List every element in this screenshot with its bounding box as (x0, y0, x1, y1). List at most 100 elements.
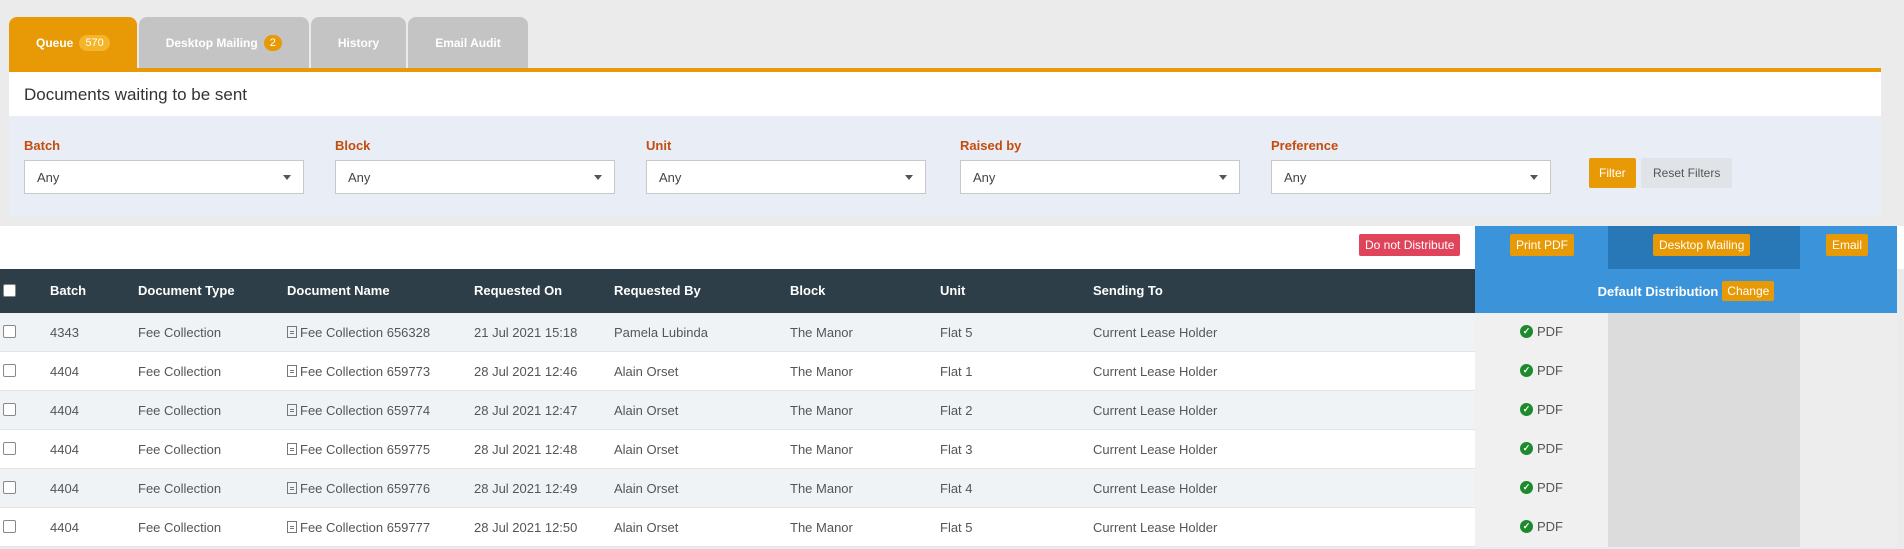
row-checkbox[interactable] (3, 442, 16, 455)
cell-sending-to: Current Lease Holder (1093, 403, 1218, 418)
cell-requested-on: 21 Jul 2021 15:18 (474, 325, 578, 340)
table-row[interactable]: 4343 Fee Collection Fee Collection 656328 2… (0, 313, 1897, 352)
check-circle-icon: ✓ (1520, 520, 1533, 533)
desktop-mailing-button[interactable]: Desktop Mailing (1653, 234, 1751, 256)
email-cell[interactable] (1800, 508, 1897, 547)
table-header: Batch Document Type Document Name Reques… (0, 269, 1897, 313)
document-name-link[interactable]: Fee Collection 659773 (300, 364, 430, 379)
action-bar: Do not Distribute Print PDF Desktop Mail… (0, 226, 1904, 269)
table-row[interactable]: 4404 Fee Collection Fee Collection 659777 2… (0, 508, 1897, 547)
row-checkbox[interactable] (3, 403, 16, 416)
distribution-label: PDF (1537, 519, 1563, 534)
column-header-unit[interactable]: Unit (940, 283, 965, 298)
filter-label: Block (335, 138, 371, 153)
cell-requested-on: 28 Jul 2021 12:47 (474, 403, 578, 418)
row-checkbox[interactable] (3, 481, 16, 494)
column-header-requested-by[interactable]: Requested By (614, 283, 701, 298)
distribution-label: PDF (1537, 402, 1563, 417)
cell-doc-name[interactable]: Fee Collection 659774 (287, 403, 430, 418)
column-header-sending-to[interactable]: Sending To (1093, 283, 1163, 298)
pdf-file-icon (287, 365, 297, 377)
cell-doc-name[interactable]: Fee Collection 659777 (287, 520, 430, 535)
desktop-mailing-cell[interactable] (1608, 352, 1800, 391)
cell-doc-name[interactable]: Fee Collection 659776 (287, 481, 430, 496)
filter-raised-by: Raised by Any (960, 138, 1240, 194)
desktop-mailing-cell[interactable] (1608, 469, 1800, 508)
cell-doc-type: Fee Collection (138, 481, 222, 496)
cell-sending-to: Current Lease Holder (1093, 325, 1218, 340)
desktop-mailing-cell[interactable] (1608, 508, 1800, 547)
cell-block: The Manor (790, 364, 853, 379)
email-button[interactable]: Email (1826, 234, 1869, 256)
desktop-mailing-cell[interactable] (1608, 430, 1800, 469)
column-header-batch[interactable]: Batch (50, 283, 86, 298)
table-row[interactable]: 4404 Fee Collection Fee Collection 659775 2… (0, 430, 1897, 469)
table-row[interactable]: 4404 Fee Collection Fee Collection 659773 2… (0, 352, 1897, 391)
batch-select[interactable]: Any (24, 160, 304, 194)
preference-select[interactable]: Any (1271, 160, 1551, 194)
cell-unit: Flat 5 (940, 325, 973, 340)
check-circle-icon: ✓ (1520, 442, 1533, 455)
row-checkbox[interactable] (3, 364, 16, 377)
column-header-document-type[interactable]: Document Type (138, 283, 235, 298)
email-cell[interactable] (1800, 430, 1897, 469)
cell-sending-to: Current Lease Holder (1093, 520, 1218, 535)
cell-unit: Flat 2 (940, 403, 973, 418)
document-name-link[interactable]: Fee Collection 656328 (300, 325, 430, 340)
tab-history[interactable]: History (310, 17, 407, 69)
document-name-link[interactable]: Fee Collection 659776 (300, 481, 430, 496)
email-cell[interactable] (1800, 352, 1897, 391)
cell-requested-by: Alain Orset (614, 364, 679, 379)
email-cell[interactable] (1800, 391, 1897, 430)
row-checkbox[interactable] (3, 325, 16, 338)
filter-panel: Batch Any Block Any Unit Any Raised by A… (9, 116, 1881, 216)
print-pdf-column-head: Print PDF (1475, 226, 1608, 269)
chevron-down-icon (1530, 174, 1538, 180)
table-row[interactable]: 4404 Fee Collection Fee Collection 659776 2… (0, 469, 1897, 508)
cell-doc-type: Fee Collection (138, 325, 222, 340)
email-cell[interactable] (1800, 469, 1897, 508)
do-not-distribute-button[interactable]: Do not Distribute (1359, 234, 1461, 256)
cell-doc-name[interactable]: Fee Collection 659775 (287, 442, 430, 457)
cell-requested-on: 28 Jul 2021 12:49 (474, 481, 578, 496)
filter-label: Batch (24, 138, 61, 153)
raised-by-select[interactable]: Any (960, 160, 1240, 194)
tab-email-audit[interactable]: Email Audit (408, 17, 528, 69)
pdf-file-icon (287, 443, 297, 455)
column-header-document-name[interactable]: Document Name (287, 283, 390, 298)
select-all-checkbox[interactable] (3, 284, 16, 297)
cell-doc-name[interactable]: Fee Collection 656328 (287, 325, 430, 340)
table-row[interactable]: 4404 Fee Collection Fee Collection 659774 2… (0, 391, 1897, 430)
distribution-status: ✓ PDF (1520, 363, 1563, 378)
filter-block: Block Any (335, 138, 615, 194)
cell-batch: 4404 (50, 520, 79, 535)
reset-filters-button[interactable]: Reset Filters (1641, 158, 1733, 188)
pdf-file-icon (287, 482, 297, 494)
change-button[interactable]: Change (1722, 281, 1775, 301)
distribution-label: PDF (1537, 441, 1563, 456)
tab-desktop-mailing[interactable]: Desktop Mailing 2 (138, 17, 309, 69)
cell-unit: Flat 1 (940, 364, 973, 379)
print-pdf-button[interactable]: Print PDF (1510, 234, 1575, 256)
row-checkbox[interactable] (3, 520, 16, 533)
cell-block: The Manor (790, 403, 853, 418)
pdf-file-icon (287, 326, 297, 338)
cell-unit: Flat 3 (940, 442, 973, 457)
document-name-link[interactable]: Fee Collection 659775 (300, 442, 430, 457)
column-header-requested-on[interactable]: Requested On (474, 283, 562, 298)
filter-button[interactable]: Filter (1589, 158, 1636, 188)
select-value: Any (659, 169, 682, 185)
tab-queue[interactable]: Queue 570 (9, 17, 137, 69)
desktop-mailing-cell[interactable] (1608, 313, 1800, 352)
block-select[interactable]: Any (335, 160, 615, 194)
document-name-link[interactable]: Fee Collection 659777 (300, 520, 430, 535)
desktop-mailing-cell[interactable] (1608, 391, 1800, 430)
cell-doc-name[interactable]: Fee Collection 659773 (287, 364, 430, 379)
chevron-down-icon (1219, 174, 1227, 180)
select-value: Any (37, 169, 60, 185)
document-name-link[interactable]: Fee Collection 659774 (300, 403, 430, 418)
unit-select[interactable]: Any (646, 160, 926, 194)
cell-block: The Manor (790, 325, 853, 340)
column-header-block[interactable]: Block (790, 283, 825, 298)
email-cell[interactable] (1800, 313, 1897, 352)
